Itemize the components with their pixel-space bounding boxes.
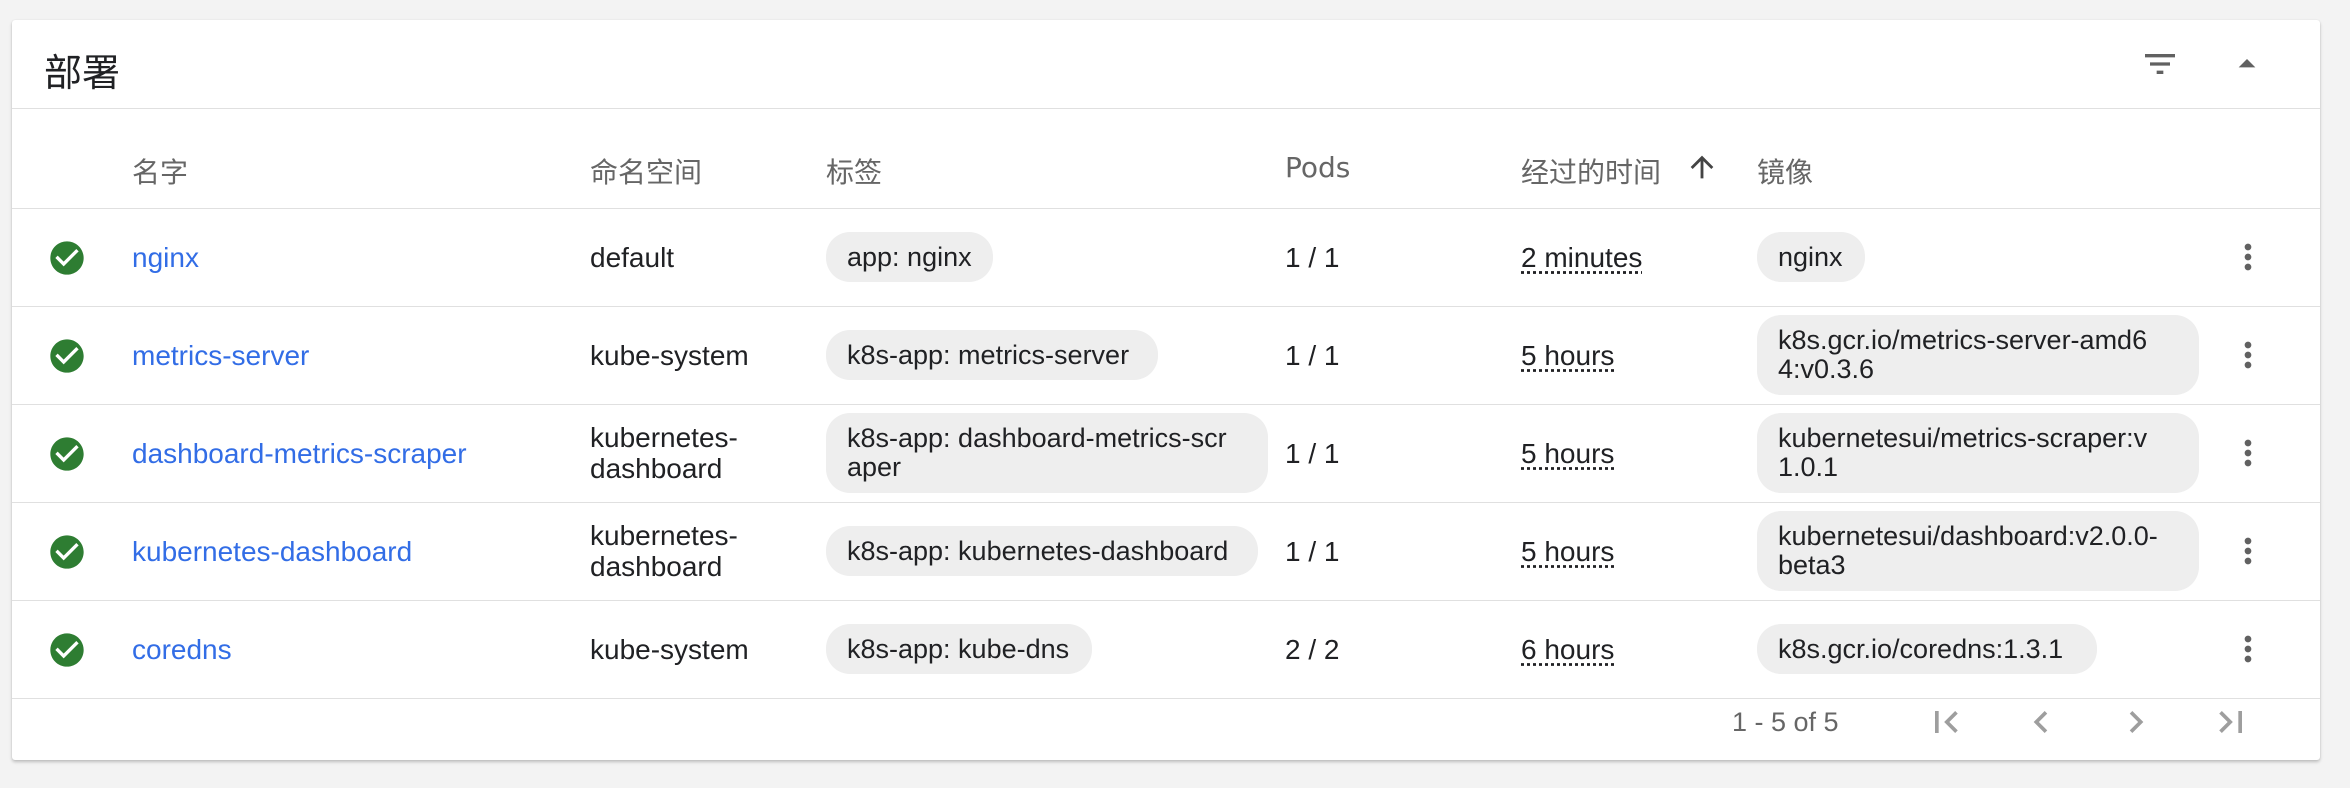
column-header-name[interactable]: 名字: [132, 151, 188, 191]
check-circle-icon: [47, 238, 87, 278]
namespace-text: kube-system: [590, 634, 749, 665]
card-title: 部署: [44, 51, 121, 95]
more-vert-icon[interactable]: [2228, 625, 2268, 673]
namespace-text: dashboard: [590, 551, 723, 582]
label-text: aper: [847, 452, 902, 482]
label-chip: k8s-app: kube-dns: [826, 624, 1092, 674]
image-chip: nginx: [1757, 232, 1865, 282]
label-chip: k8s-app: kubernetes-dashboard: [826, 526, 1258, 576]
namespace-cell: kubernetes-dashboard: [590, 520, 738, 582]
namespace-text: dashboard: [590, 453, 723, 484]
pods-cell: 2 / 2: [1285, 634, 1340, 665]
image-chip: k8s.gcr.io/coredns:1.3.1: [1757, 624, 2097, 674]
label-text: k8s-app: metrics-server: [847, 339, 1130, 370]
label-chip: app: nginx: [826, 232, 993, 282]
column-header-labels: 标签: [826, 156, 883, 189]
pods-cell: 1 / 1: [1285, 536, 1340, 567]
table-header: 名字 命名空间 标签 Pods 经过的时间 镜像: [12, 109, 2320, 209]
image-chip: k8s.gcr.io/metrics-server-amd6 4:v0.3.6: [1757, 315, 2199, 395]
age-cell[interactable]: 5 hours: [1521, 536, 1614, 567]
namespace-cell: kubernetes-dashboard: [590, 422, 738, 484]
image-text: kubernetesui/dashboard:v2.0.0-: [1778, 521, 2158, 551]
namespace-cell: kube-system: [590, 634, 749, 665]
more-vert-icon[interactable]: [2228, 331, 2268, 379]
namespace-text: kubernetes-: [590, 422, 738, 453]
card-header: 部署: [12, 20, 2320, 109]
more-vert-icon[interactable]: [2228, 233, 2268, 281]
pods-cell: 1 / 1: [1285, 438, 1340, 469]
column-header-namespace[interactable]: 命名空间: [590, 151, 702, 191]
image-chip: kubernetesui/dashboard:v2.0.0- beta3: [1757, 511, 2199, 591]
column-header-pods: Pods: [1285, 151, 1351, 184]
image-text: 4:v0.3.6: [1778, 354, 1875, 384]
table-row: metrics-server kube-system k8s-app: metric…: [12, 307, 2320, 405]
next-page-icon[interactable]: [2111, 697, 2161, 747]
arrow-up-icon[interactable]: [1685, 150, 1719, 184]
namespace-text: kubernetes-: [590, 520, 738, 551]
image-text: nginx: [1778, 241, 1843, 272]
check-circle-icon: [47, 532, 87, 572]
check-circle-icon: [47, 630, 87, 670]
pods-cell: 1 / 1: [1285, 242, 1340, 273]
age-cell[interactable]: 5 hours: [1521, 438, 1614, 469]
image-text: kubernetesui/metrics-scraper:v: [1778, 423, 2148, 453]
label-text: k8s-app: kubernetes-dashboard: [847, 535, 1229, 566]
previous-page-icon[interactable]: [2016, 697, 2066, 747]
label-text: app: nginx: [847, 241, 972, 272]
column-header-age[interactable]: 经过的时间: [1521, 151, 1661, 191]
image-text: beta3: [1778, 550, 1846, 580]
namespace-text: default: [590, 242, 675, 273]
more-vert-icon[interactable]: [2228, 429, 2268, 477]
deployment-name-link[interactable]: nginx: [132, 242, 199, 273]
image-text: k8s.gcr.io/metrics-server-amd6: [1778, 325, 2148, 355]
label-chip: k8s-app: dashboard-metrics-scr aper: [826, 413, 1268, 493]
label-text: k8s-app: kube-dns: [847, 633, 1070, 664]
deployment-name-link[interactable]: dashboard-metrics-scraper: [132, 438, 467, 469]
age-cell[interactable]: 5 hours: [1521, 340, 1614, 371]
last-page-icon[interactable]: [2206, 697, 2256, 747]
collapse-arrow-icon[interactable]: [2223, 40, 2271, 88]
deployment-name-link[interactable]: coredns: [132, 634, 232, 665]
check-circle-icon: [47, 336, 87, 376]
namespace-text: kube-system: [590, 340, 749, 371]
deployment-name-link[interactable]: metrics-server: [132, 340, 309, 371]
deployments-card: 部署 名字 命名空间 标签 Pods 经过的时间 镜像 nginx default…: [12, 20, 2320, 760]
namespace-cell: kube-system: [590, 340, 749, 371]
first-page-icon[interactable]: [1921, 697, 1971, 747]
age-cell[interactable]: 2 minutes: [1521, 242, 1642, 273]
image-text: k8s.gcr.io/coredns:1.3.1: [1778, 633, 2064, 664]
deployment-name-link[interactable]: kubernetes-dashboard: [132, 536, 412, 567]
namespace-cell: default: [590, 242, 674, 273]
image-chip: kubernetesui/metrics-scraper:v 1.0.1: [1757, 413, 2199, 493]
pods-cell: 1 / 1: [1285, 340, 1340, 371]
check-circle-icon: [47, 434, 87, 474]
filter-icon[interactable]: [2136, 40, 2184, 88]
table-row: nginx default app: nginx 1 / 1 2 minutes ngin…: [12, 209, 2320, 307]
more-vert-icon[interactable]: [2228, 527, 2268, 575]
label-text: k8s-app: dashboard-metrics-scr: [847, 423, 1227, 453]
table-row: dashboard-metrics-scraper kubernetes-dash…: [12, 405, 2320, 503]
column-header-images: 镜像: [1757, 156, 1814, 189]
paginator: 1 - 5 of 5: [12, 682, 2320, 760]
table-row: kubernetes-dashboard kubernetes-dashboard…: [12, 503, 2320, 601]
paginator-range-label: 1 - 5 of 5: [1732, 707, 1839, 737]
image-text: 1.0.1: [1778, 452, 1839, 482]
age-cell[interactable]: 6 hours: [1521, 634, 1614, 665]
label-chip: k8s-app: metrics-server: [826, 330, 1158, 380]
